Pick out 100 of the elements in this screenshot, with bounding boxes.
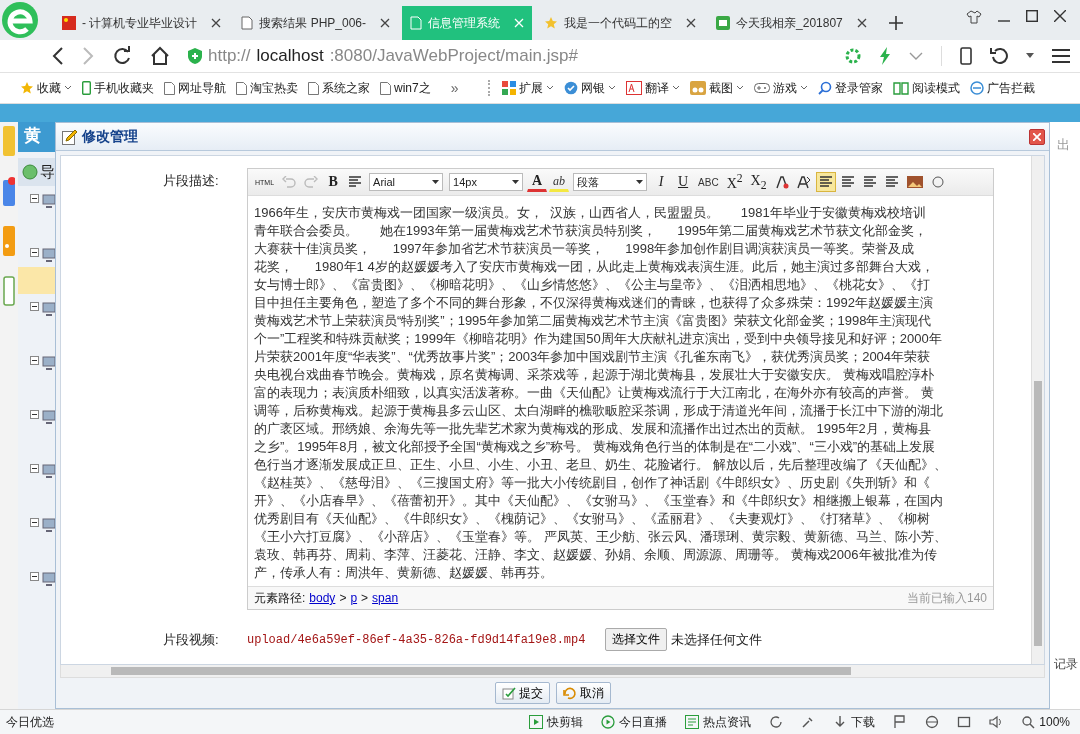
toolbar-button[interactable]: I <box>651 172 672 192</box>
maximize-icon[interactable] <box>1026 10 1038 22</box>
computer-icon <box>42 572 56 586</box>
toolbar-button[interactable]: B <box>323 172 344 192</box>
bookmark-item[interactable]: 网址导航 <box>164 79 226 97</box>
address-field[interactable]: http:// localhost :8080/JavaWebProject/main.jsp# <box>188 43 827 69</box>
submit-button[interactable]: 提交 <box>494 682 550 704</box>
text-line: 央电视台戏曲春节晚会。黄梅戏，原名黄梅调、采茶戏等，起源于湖北黄梅县，发展壮大于安徽安庆。 黄梅戏唱腔淳朴 <box>254 366 935 384</box>
caret-icon[interactable] <box>1026 53 1034 59</box>
status-item[interactable]: 100% <box>1021 715 1070 729</box>
text-line: 女与博士郎》、《富贵图》、《柳暗花明》、《山乡情悠悠》、《公主与皇帝》、《泪洒相思地》、《桃花女》、《打 <box>254 276 931 294</box>
toolbar-item[interactable]: 游戏 <box>754 79 809 97</box>
computer-icon <box>42 410 56 424</box>
bookmark-item[interactable]: 系统之家 <box>308 79 370 97</box>
path-link[interactable]: body <box>309 591 336 605</box>
menu-icon[interactable] <box>1052 48 1070 64</box>
status-item[interactable]: 快剪辑 <box>529 713 584 731</box>
shirt-icon[interactable] <box>966 10 982 24</box>
status-item[interactable]: 热点资讯 <box>685 713 752 731</box>
tree-expander[interactable] <box>30 410 39 419</box>
bookmark-item[interactable]: 淘宝热卖 <box>236 79 298 97</box>
status-text[interactable]: 今日优选 <box>6 713 54 731</box>
vertical-scrollbar[interactable] <box>1031 156 1044 664</box>
toolbar-item[interactable]: 翻译 <box>626 79 681 97</box>
status-icon[interactable] <box>925 715 940 729</box>
toolbar-item[interactable]: 登录管家 <box>818 79 884 97</box>
page-icon <box>241 16 254 30</box>
path-separator: > <box>361 591 369 605</box>
book-icon <box>893 81 910 95</box>
tree-expander[interactable] <box>30 464 39 473</box>
bookmark-item[interactable]: 收藏 <box>20 79 72 97</box>
toolbar-dropdown[interactable]: 段落 <box>573 173 648 191</box>
new-tab-icon[interactable] <box>888 16 903 30</box>
bookmark-item[interactable]: 手机收藏夹 <box>82 79 154 97</box>
shield-icon <box>188 48 202 64</box>
path-link[interactable]: span <box>372 591 399 605</box>
toolbar-item[interactable]: 扩展 <box>502 79 555 97</box>
close-icon[interactable] <box>380 18 391 28</box>
toolbar-button[interactable] <box>815 172 836 192</box>
toolbar-button[interactable]: ABC <box>695 172 722 192</box>
text-line: 调等，后称黄梅戏。起源于黄梅县多云山区、太白湖畔的樵歌畈腔采茶调，形成于清道光年间，流播于长江中下游的湖北 <box>254 402 944 420</box>
gamepad-icon <box>754 81 771 95</box>
close-icon[interactable] <box>686 18 697 28</box>
more-bookmarks[interactable]: » <box>450 80 459 96</box>
refresh-icon[interactable] <box>112 46 132 66</box>
close-icon[interactable] <box>1054 10 1066 22</box>
toolbar-item[interactable]: 网银 <box>564 79 617 97</box>
toolbar-item[interactable]: 截图 <box>690 79 745 97</box>
flag-icon <box>62 16 76 30</box>
status-item[interactable]: 下载 <box>833 713 876 731</box>
tree-expander[interactable] <box>30 194 39 203</box>
computer-icon <box>42 518 56 532</box>
toolbar-button[interactable]: X$_{2}$ <box>747 172 770 192</box>
tree-expander[interactable] <box>30 302 39 311</box>
close-icon[interactable] <box>211 18 222 28</box>
toolbar-button[interactable]: X$^{2}$ <box>723 172 746 192</box>
file-status: 未选择任何文件 <box>671 630 763 649</box>
close-icon[interactable] <box>856 18 867 28</box>
status-icon[interactable] <box>989 715 1004 729</box>
status-item[interactable]: 今日直播 <box>601 713 668 731</box>
text-line: 《王小六打豆腐》、《小辞店》、《玉堂春》等。 严凤英、王少舫、张云风、潘璟琍、黄宗毅、黄新德、马兰、陈小芳、 <box>254 528 948 546</box>
field-label: 片段视频: <box>162 630 220 649</box>
app-icon[interactable] <box>3 176 15 206</box>
lightning-icon[interactable] <box>879 47 891 65</box>
app-icon[interactable] <box>3 276 15 306</box>
tree-expander[interactable] <box>30 248 39 257</box>
home-icon[interactable] <box>150 46 170 66</box>
phone-icon <box>82 81 91 95</box>
back-icon[interactable] <box>52 47 64 65</box>
toolbar-button[interactable]: A <box>527 172 548 192</box>
cancel-button[interactable]: 取消 <box>555 682 611 704</box>
text-line: 袁玫、韩再芬、周莉、李萍、汪菱花、汪静、李文、赵媛媛、孙娟、余顺、周源源、周珊等。 黄梅戏2006年被批准为传 <box>254 546 938 564</box>
tree-expander[interactable] <box>30 518 39 527</box>
toolbar-item[interactable]: 阅读模式 <box>893 79 961 97</box>
toolbar-item[interactable]: 广告拦截 <box>970 79 1036 97</box>
align-icon <box>884 176 899 188</box>
close-button[interactable] <box>1029 128 1045 145</box>
spinner-icon[interactable] <box>845 48 861 64</box>
toolbar-dropdown[interactable]: 14px <box>449 173 524 191</box>
undo-icon[interactable] <box>990 47 1008 65</box>
check-icon <box>501 686 516 700</box>
toolbar-button[interactable]: ab <box>549 172 570 192</box>
status-icon[interactable] <box>957 715 972 729</box>
status-icon[interactable] <box>769 715 784 729</box>
tree-expander[interactable] <box>30 356 39 365</box>
caret-icon <box>512 179 520 185</box>
horizontal-scrollbar[interactable] <box>60 665 1045 678</box>
align-icon <box>840 176 855 188</box>
status-icon[interactable] <box>893 715 908 729</box>
choose-file-button[interactable]: 选择文件 <box>605 628 668 651</box>
computer-icon <box>42 248 56 262</box>
close-icon <box>1033 132 1041 141</box>
shield-icon <box>564 81 579 95</box>
phone-icon[interactable] <box>960 47 972 65</box>
bookmark-item[interactable]: win7之 <box>380 79 431 97</box>
path-link[interactable]: p <box>350 591 358 605</box>
text-line: 个一”工程奖和特殊贡献奖；1999年《柳暗花明》作为建国50周年大庆献礼进京演出，受到中央领导接见和好评；2000年 <box>254 330 943 348</box>
tree-expander[interactable] <box>30 572 39 581</box>
toolbar-dropdown[interactable]: Arial <box>369 173 444 191</box>
toolbar-button[interactable]: U <box>673 172 694 192</box>
